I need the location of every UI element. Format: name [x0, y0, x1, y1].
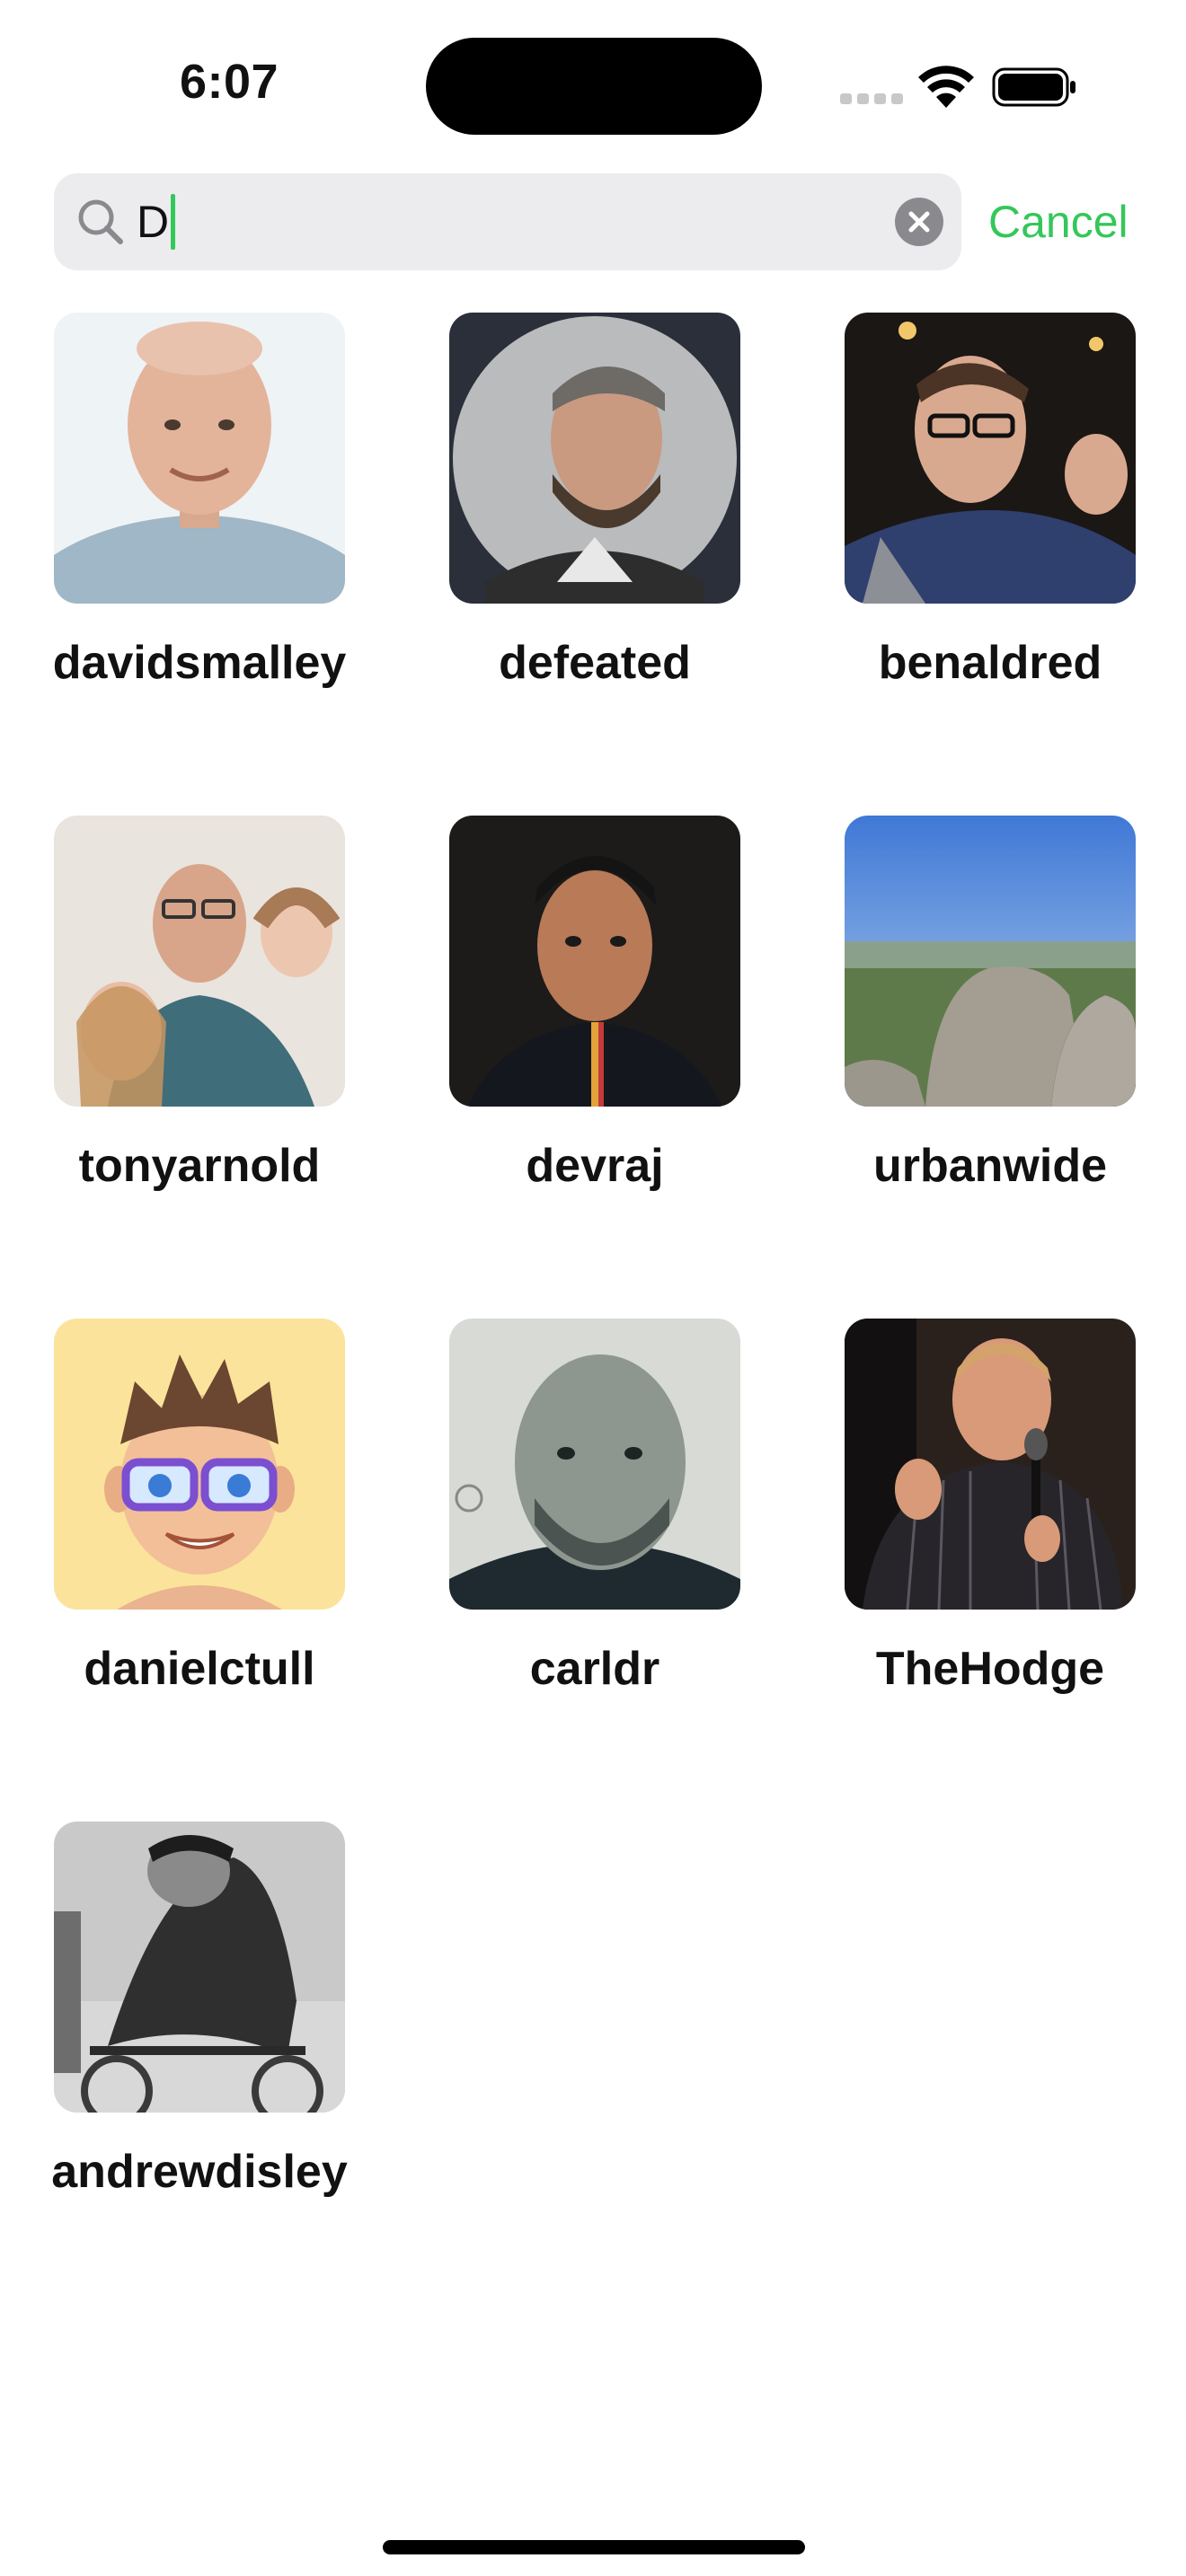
avatar-photo	[54, 313, 345, 604]
username-label: TheHodge	[875, 1643, 1105, 1695]
wifi-icon	[916, 63, 976, 110]
result-item[interactable]: davidsmalley	[0, 313, 395, 780]
clear-search-button[interactable]	[895, 198, 943, 246]
result-item[interactable]: defeated	[395, 313, 791, 780]
result-item[interactable]: andrewdisley	[0, 1822, 395, 2289]
dynamic-island	[426, 38, 762, 135]
avatar-photo	[54, 1319, 345, 1610]
username-label: defeated	[499, 637, 691, 689]
cellular-signal-icon	[840, 93, 903, 104]
search-query: D	[137, 197, 170, 247]
avatar-photo	[845, 1319, 1136, 1610]
status-time: 6:07	[179, 55, 279, 109]
username-label: devraj	[526, 1140, 664, 1192]
cancel-button[interactable]: Cancel	[988, 190, 1128, 253]
username-label: benaldred	[878, 637, 1102, 689]
result-item[interactable]: tonyarnold	[0, 816, 395, 1283]
avatar-photo	[845, 816, 1136, 1107]
username-label: andrewdisley	[51, 2146, 348, 2198]
result-item[interactable]: urbanwide	[791, 816, 1186, 1283]
username-label: danielctull	[84, 1643, 315, 1695]
result-item[interactable]: devraj	[395, 816, 791, 1283]
result-item[interactable]: benaldred	[791, 313, 1186, 780]
avatar-photo	[449, 313, 740, 604]
clear-circle-icon	[908, 211, 930, 233]
text-caret	[171, 194, 176, 250]
search-input[interactable]: D	[137, 193, 176, 251]
avatar-photo	[845, 313, 1136, 604]
magnifying-glass-icon	[74, 195, 128, 249]
result-item[interactable]: danielctull	[0, 1319, 395, 1786]
username-label: davidsmalley	[52, 637, 347, 689]
battery-icon	[992, 66, 1078, 109]
result-item[interactable]: TheHodge	[791, 1319, 1186, 1786]
avatar-photo	[449, 1319, 740, 1610]
avatar-photo	[54, 816, 345, 1107]
username-label: carldr	[529, 1643, 660, 1695]
search-field[interactable]: D	[54, 173, 961, 270]
avatar-photo	[54, 1822, 345, 2113]
username-label: urbanwide	[872, 1140, 1108, 1192]
home-indicator[interactable]	[383, 2540, 805, 2554]
result-item[interactable]: carldr	[395, 1319, 791, 1786]
avatar-photo	[449, 816, 740, 1107]
username-label: tonyarnold	[78, 1140, 321, 1192]
